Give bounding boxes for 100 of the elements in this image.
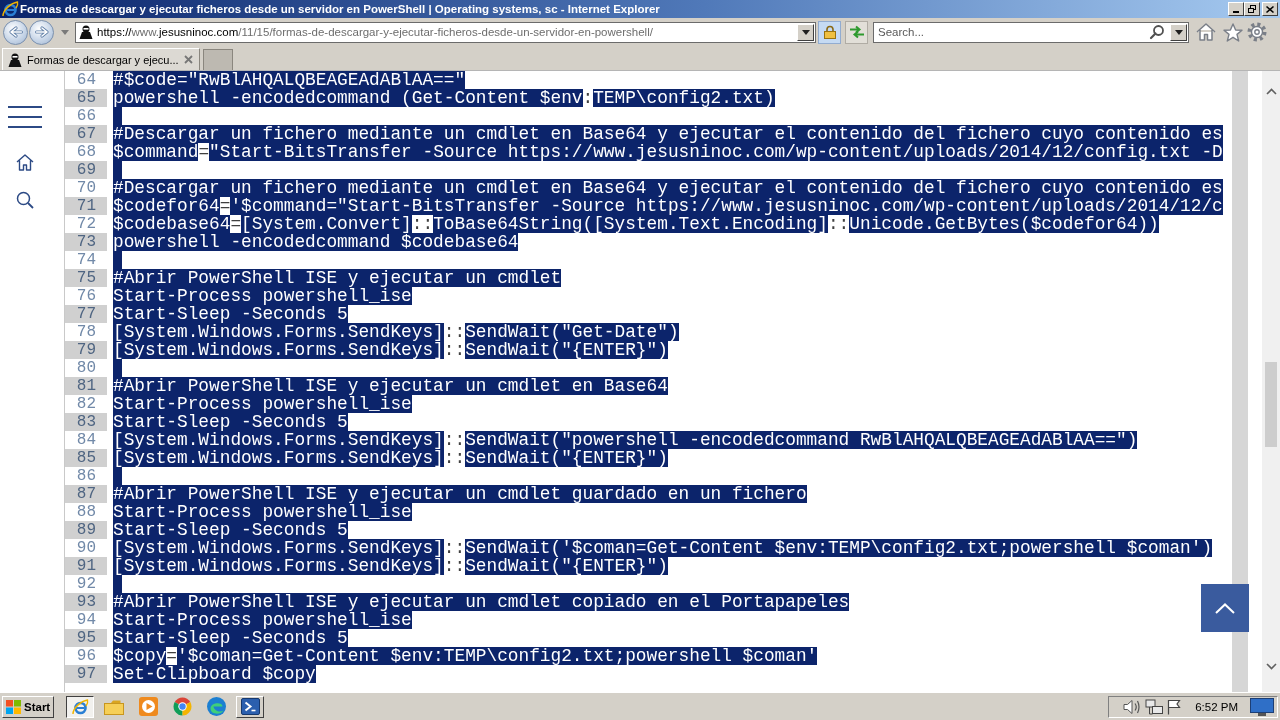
line-number: 68 <box>75 143 97 161</box>
page-scrollbar[interactable] <box>1262 71 1280 692</box>
search-icon[interactable] <box>16 191 34 209</box>
address-field[interactable]: https://www.jesusninoc.com/11/15/formas-de-descargar-y-ejecutar-ficheros-desde-un-servidor-en-powershell/ <box>75 21 816 43</box>
line-number: 76 <box>75 287 97 305</box>
search-field[interactable]: Search... <box>873 21 1189 43</box>
chevron-up-icon <box>1215 602 1235 614</box>
network-icon[interactable] <box>1145 698 1164 715</box>
browser-icon <box>71 698 89 715</box>
code-line: powershell -encodedcommand (Get-Content $env:TEMP\config2.txt) <box>113 89 775 107</box>
line-number: 96 <box>75 647 97 665</box>
line-number: 88 <box>75 503 97 521</box>
back-to-top-button[interactable] <box>1201 584 1249 632</box>
window-title: Formas de descargar y ejecutar ficheros desde un servidor en PowerShell | Operating systems, sc - Internet Explorer <box>20 2 660 16</box>
line-number: 70 <box>75 179 97 197</box>
star-icon[interactable] <box>1223 22 1243 42</box>
restore-icon <box>1248 5 1256 13</box>
flag-icon[interactable] <box>1167 698 1182 715</box>
code-line: [System.Windows.Forms.SendKeys]::SendWait("{ENTER}") <box>113 341 668 359</box>
arrow-left-icon <box>8 26 23 38</box>
dropdown-button[interactable] <box>1170 23 1187 41</box>
code-line: $codefor64='$command="Start-BitsTransfer -Source https://www.jesusninoc.com/wp-content/uploads/2014/12/c <box>113 197 1223 215</box>
arrow-right-icon <box>34 26 49 38</box>
line-number: 65 <box>65 89 107 107</box>
refresh-button[interactable] <box>845 20 868 44</box>
line-number: 66 <box>75 107 97 125</box>
line-number: 77 <box>65 305 107 323</box>
line-number: 71 <box>65 197 107 215</box>
line-number: 90 <box>75 539 97 557</box>
scrollbar-thumb[interactable] <box>1265 362 1277 447</box>
line-number: 94 <box>75 611 97 629</box>
line-number: 92 <box>75 575 97 593</box>
code-line: [System.Windows.Forms.SendKeys]::SendWait('$coman=Get-Content $env:TEMP\config2.txt;powershell $coman') <box>113 539 1213 557</box>
close-button[interactable] <box>1262 2 1278 16</box>
start-button[interactable]: Start <box>2 695 54 718</box>
minimize-button[interactable] <box>1228 2 1244 16</box>
monitor-icon[interactable] <box>1250 697 1274 716</box>
clock[interactable]: 6:52 PM <box>1195 700 1238 713</box>
code-line: [System.Windows.Forms.SendKeys]::SendWait("{ENTER}") <box>113 557 668 575</box>
line-number: 82 <box>75 395 97 413</box>
line-number: 81 <box>65 377 107 395</box>
line-number: 91 <box>65 557 107 575</box>
color-wheel-icon <box>172 697 192 716</box>
dropdown-button[interactable] <box>797 23 814 41</box>
code-line: $command="Start-BitsTransfer -Source https://www.jesusninoc.com/wp-content/uploads/2014/12/config.txt -D <box>113 143 1223 161</box>
line-number: 87 <box>65 485 107 503</box>
line-number: 67 <box>65 125 107 143</box>
line-number: 89 <box>65 521 107 539</box>
line-number: 97 <box>65 665 107 683</box>
code-line: [System.Windows.Forms.SendKeys]::SendWait("{ENTER}") <box>113 449 668 467</box>
speaker-icon[interactable] <box>1123 698 1142 715</box>
caret-down-icon <box>1174 29 1183 35</box>
line-number: 73 <box>65 233 107 251</box>
line-number: 86 <box>75 467 97 485</box>
code-line: $codebase64=[System.Convert]::ToBase64String([System.Text.Encoding]::Unicode.GetBytes($codefor64)) <box>113 215 1159 233</box>
lock-icon <box>823 25 836 39</box>
line-number: 93 <box>65 593 107 611</box>
swap-arrows-icon <box>848 25 865 39</box>
url-text: https://www.jesusninoc.com/11/15/formas-de-descargar-y-ejecutar-ficheros-desde-un-servidor-en-powershell/ <box>97 26 653 38</box>
line-number: 85 <box>65 449 107 467</box>
minimize-icon <box>1233 11 1239 13</box>
line-number: 95 <box>65 629 107 647</box>
line-number: 80 <box>75 359 97 377</box>
search-icon[interactable] <box>1150 25 1164 39</box>
taskbar-button[interactable] <box>66 695 94 718</box>
line-number: 79 <box>65 341 107 359</box>
code-line: [System.Windows.Forms.SendKeys]::SendWait("Get-Date") <box>113 323 679 341</box>
line-number: 75 <box>65 269 107 287</box>
menu-icon[interactable] <box>8 106 42 128</box>
swirl-icon <box>206 697 226 716</box>
browser-tab[interactable]: Formas de descargar y ejecu... <box>2 48 200 70</box>
favicon-icon <box>79 25 93 39</box>
settings-icon[interactable] <box>1247 22 1267 42</box>
close-icon <box>1266 5 1274 13</box>
chevron-down-icon[interactable] <box>1265 663 1277 670</box>
close-icon[interactable] <box>184 55 193 64</box>
line-number: 72 <box>75 215 97 233</box>
caret-down-icon[interactable] <box>61 29 69 35</box>
restore-button[interactable] <box>1244 2 1260 16</box>
scrollbar[interactable] <box>1232 71 1248 692</box>
play-icon <box>138 697 158 716</box>
line-number: 84 <box>75 431 97 449</box>
code-line: [System.Windows.Forms.SendKeys]::SendWait("powershell -encodedcommand RwBlAHQALQBEAGEAdABlAA==") <box>113 431 1138 449</box>
line-number: 69 <box>65 161 107 179</box>
terminal-icon <box>240 698 260 715</box>
folder-icon <box>104 698 124 715</box>
line-number: 78 <box>75 323 97 341</box>
code-line: $copy='$coman=Get-Content $env:TEMP\config2.txt;powershell $coman' <box>113 647 818 665</box>
line-number: 64 <box>75 71 97 89</box>
chevron-up-icon[interactable] <box>1265 88 1277 95</box>
caret-down-icon <box>801 29 810 35</box>
back-button[interactable] <box>3 19 28 45</box>
home-icon[interactable] <box>16 154 34 171</box>
search-input[interactable]: Search... <box>878 23 1146 41</box>
four-squares-icon <box>6 699 21 714</box>
forward-button[interactable] <box>29 19 54 45</box>
line-number: 83 <box>65 413 107 431</box>
line-number: 74 <box>75 251 97 269</box>
home-icon[interactable] <box>1196 23 1216 41</box>
favicon-icon <box>8 52 22 67</box>
